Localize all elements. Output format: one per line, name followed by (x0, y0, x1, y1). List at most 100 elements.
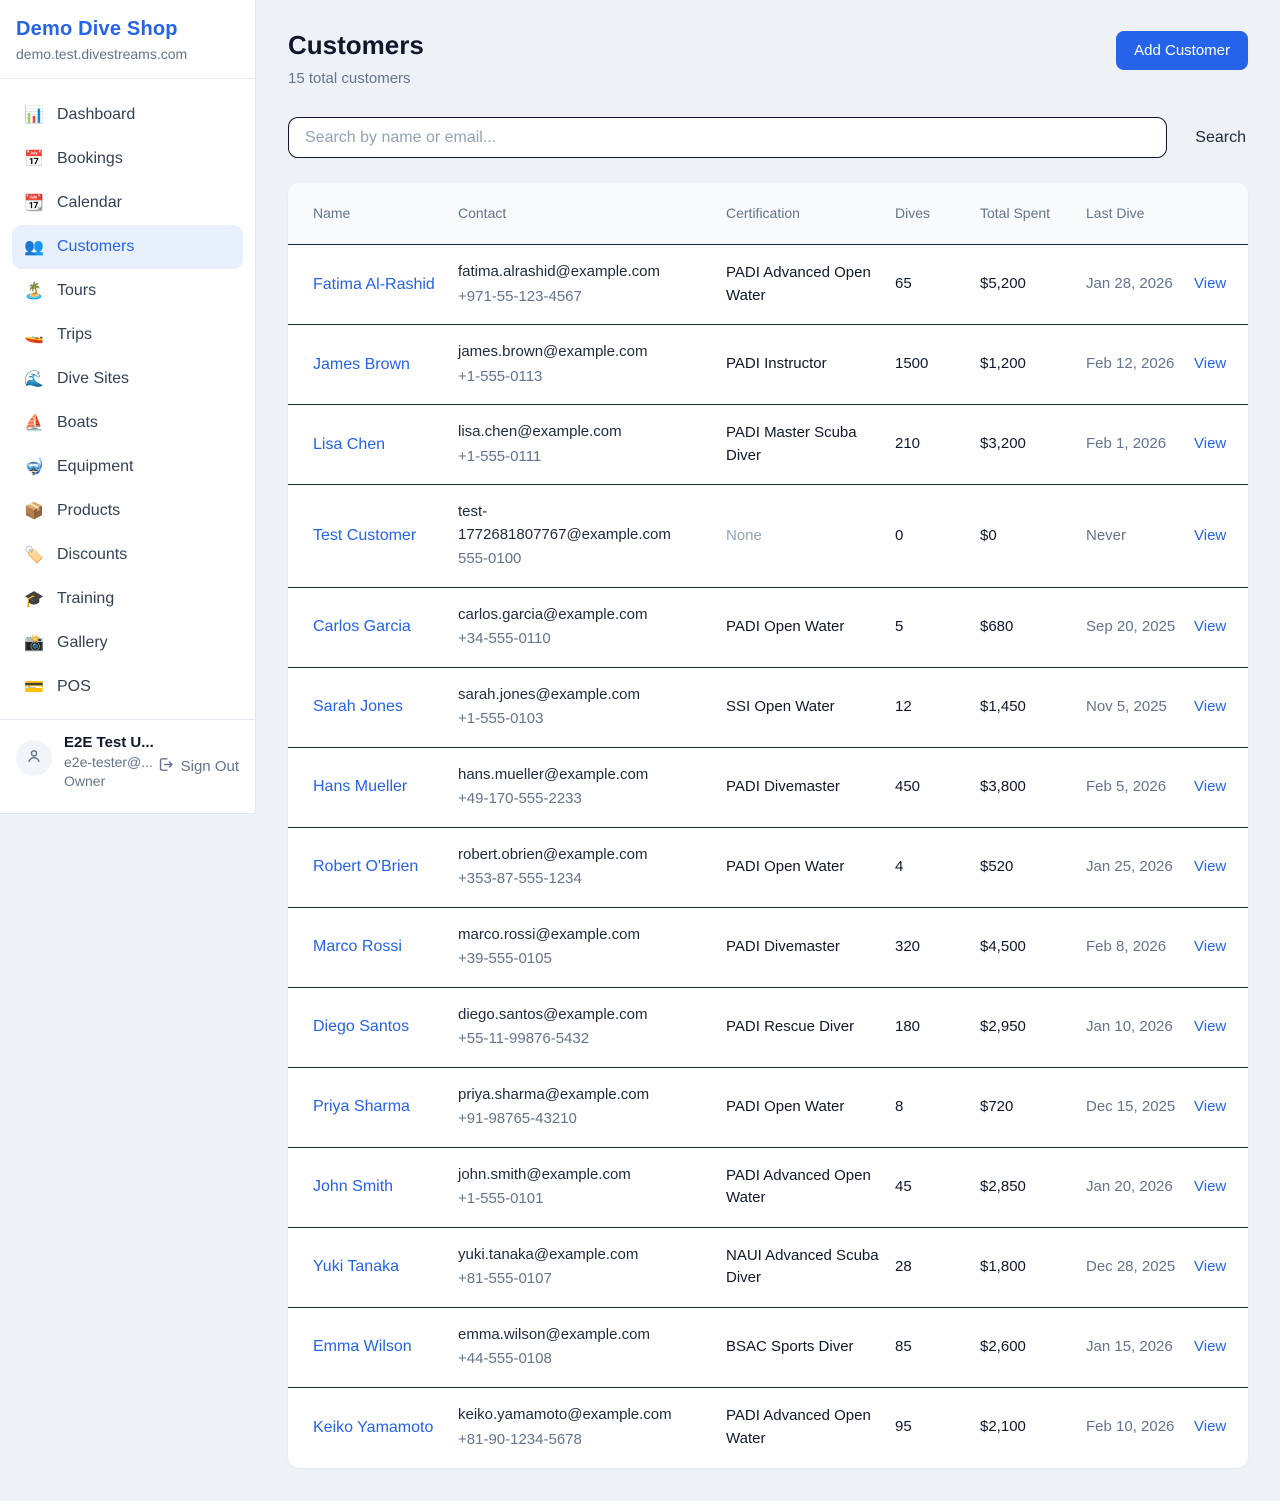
customer-total-spent: $2,850 (980, 1160, 1086, 1215)
sidebar-nav: 📊Dashboard📅Bookings📆Calendar👥Customers🏝️… (0, 79, 255, 719)
customer-total-spent: $1,800 (980, 1240, 1086, 1295)
view-customer-link[interactable]: View (1194, 1098, 1226, 1115)
customer-email: carlos.garcia@example.com (458, 604, 690, 627)
customer-name-link[interactable]: Lisa Chen (313, 433, 385, 456)
customer-last-dive: Never (1086, 509, 1194, 564)
customer-name-link[interactable]: Fatima Al-Rashid (313, 273, 435, 296)
table-row: Hans Mueller hans.mueller@example.com +4… (288, 748, 1248, 828)
sign-out-button[interactable]: Sign Out (157, 756, 239, 777)
customer-count: 15 total customers (288, 70, 424, 87)
customer-name-cell: Marco Rossi (313, 919, 458, 975)
view-customer-link[interactable]: View (1194, 938, 1226, 955)
customer-phone: +1-555-0111 (458, 446, 712, 469)
sidebar-item-label: Training (57, 590, 114, 608)
customer-actions-cell: View (1194, 1240, 1240, 1295)
customer-name-link[interactable]: Carlos Garcia (313, 615, 411, 638)
sidebar-item-discounts[interactable]: 🏷️Discounts (12, 533, 243, 577)
customer-total-spent: $1,450 (980, 680, 1086, 735)
user-email: e2e-tester@... (64, 754, 145, 770)
customer-email: sarah.jones@example.com (458, 684, 690, 707)
search-button[interactable]: Search (1193, 123, 1248, 153)
sidebar-item-label: Customers (57, 238, 134, 256)
sidebar-item-tours[interactable]: 🏝️Tours (12, 269, 243, 313)
sidebar-item-trips[interactable]: 🚤 Trips (12, 313, 243, 357)
view-customer-link[interactable]: View (1194, 1178, 1226, 1195)
customer-certification: PADI Divemaster (726, 920, 895, 975)
sidebar-item-boats[interactable]: ⛵Boats (12, 401, 243, 445)
customer-total-spent: $5,200 (980, 257, 1086, 312)
customer-contact-cell: robert.obrien@example.com +353-87-555-12… (458, 828, 726, 907)
customer-total-spent: $520 (980, 840, 1086, 895)
sidebar-item-label: Trips (57, 326, 92, 344)
view-customer-link[interactable]: View (1194, 1338, 1226, 1355)
customer-contact-cell: john.smith@example.com +1-555-0101 (458, 1148, 726, 1227)
customer-dives: 5 (895, 600, 980, 655)
customer-name-cell: Yuki Tanaka (313, 1239, 458, 1295)
customer-phone: +1-555-0101 (458, 1188, 712, 1211)
customer-name-link[interactable]: Yuki Tanaka (313, 1255, 399, 1278)
sidebar-item-label: Tours (57, 282, 96, 300)
sidebar-item-gallery[interactable]: 📸Gallery (12, 621, 243, 665)
view-customer-link[interactable]: View (1194, 618, 1226, 635)
customer-phone: +44-555-0108 (458, 1348, 712, 1371)
view-customer-link[interactable]: View (1194, 778, 1226, 795)
customer-last-dive: Dec 28, 2025 (1086, 1240, 1194, 1295)
sidebar-item-training[interactable]: 🎓Training (12, 577, 243, 621)
customer-name-link[interactable]: Diego Santos (313, 1015, 409, 1038)
search-input[interactable] (288, 117, 1167, 158)
customer-name-link[interactable]: Keiko Yamamoto (313, 1416, 433, 1439)
customer-email: john.smith@example.com (458, 1164, 690, 1187)
customer-name-link[interactable]: Robert O'Brien (313, 855, 418, 878)
add-customer-button[interactable]: Add Customer (1116, 31, 1248, 70)
customer-name-cell: Lisa Chen (313, 417, 458, 473)
sidebar-item-label: POS (57, 678, 91, 696)
sidebar-item-customers[interactable]: 👥Customers (12, 225, 243, 269)
view-customer-link[interactable]: View (1194, 1018, 1226, 1035)
customer-name-link[interactable]: John Smith (313, 1175, 393, 1198)
customer-name-link[interactable]: Emma Wilson (313, 1335, 412, 1358)
customer-name-link[interactable]: Test Customer (313, 524, 416, 547)
customer-last-dive: Jan 10, 2026 (1086, 1000, 1194, 1055)
view-customer-link[interactable]: View (1194, 275, 1226, 292)
sidebar-item-dive-sites[interactable]: 🌊Dive Sites (12, 357, 243, 401)
gallery-icon: 📸 (24, 633, 44, 653)
view-customer-link[interactable]: View (1194, 858, 1226, 875)
sidebar-item-bookings[interactable]: 📅Bookings (12, 137, 243, 181)
customer-dives: 95 (895, 1400, 980, 1455)
sidebar-item-products[interactable]: 📦Products (12, 489, 243, 533)
customer-name-cell: Sarah Jones (313, 679, 458, 735)
customer-name-link[interactable]: James Brown (313, 353, 410, 376)
trips-icon: 🚤 (24, 325, 44, 345)
customer-email: lisa.chen@example.com (458, 421, 690, 444)
customer-name-link[interactable]: Marco Rossi (313, 935, 402, 958)
customer-contact-cell: keiko.yamamoto@example.com +81-90-1234-5… (458, 1388, 726, 1467)
customer-total-spent: $3,200 (980, 417, 1086, 472)
customer-actions-cell: View (1194, 337, 1240, 392)
view-customer-link[interactable]: View (1194, 1418, 1226, 1435)
customer-name-cell: Test Customer (313, 508, 458, 564)
column-header-actions (1194, 204, 1224, 224)
customer-name-link[interactable]: Priya Sharma (313, 1095, 410, 1118)
customer-name-link[interactable]: Hans Mueller (313, 775, 407, 798)
view-customer-link[interactable]: View (1194, 435, 1226, 452)
sidebar-item-dashboard[interactable]: 📊Dashboard (12, 93, 243, 137)
sidebar-item-calendar[interactable]: 📆Calendar (12, 181, 243, 225)
table-row: Robert O'Brien robert.obrien@example.com… (288, 828, 1248, 908)
customer-certification: PADI Open Water (726, 1080, 895, 1135)
view-customer-link[interactable]: View (1194, 527, 1226, 544)
view-customer-link[interactable]: View (1194, 698, 1226, 715)
view-customer-link[interactable]: View (1194, 1258, 1226, 1275)
sidebar-item-equipment[interactable]: 🤿Equipment (12, 445, 243, 489)
customer-email: yuki.tanaka@example.com (458, 1244, 690, 1267)
column-header-dives: Dives (895, 193, 980, 235)
sidebar-item-pos[interactable]: 💳POS (12, 665, 243, 709)
view-customer-link[interactable]: View (1194, 355, 1226, 372)
customer-certification: SSI Open Water (726, 680, 895, 735)
customer-email: priya.sharma@example.com (458, 1084, 690, 1107)
table-row: John Smith john.smith@example.com +1-555… (288, 1148, 1248, 1228)
customer-certification: PADI Advanced Open Water (726, 246, 895, 323)
customer-email: diego.santos@example.com (458, 1004, 690, 1027)
customer-last-dive: Feb 8, 2026 (1086, 920, 1194, 975)
bookings-icon: 📅 (24, 149, 44, 169)
customer-name-link[interactable]: Sarah Jones (313, 695, 403, 718)
